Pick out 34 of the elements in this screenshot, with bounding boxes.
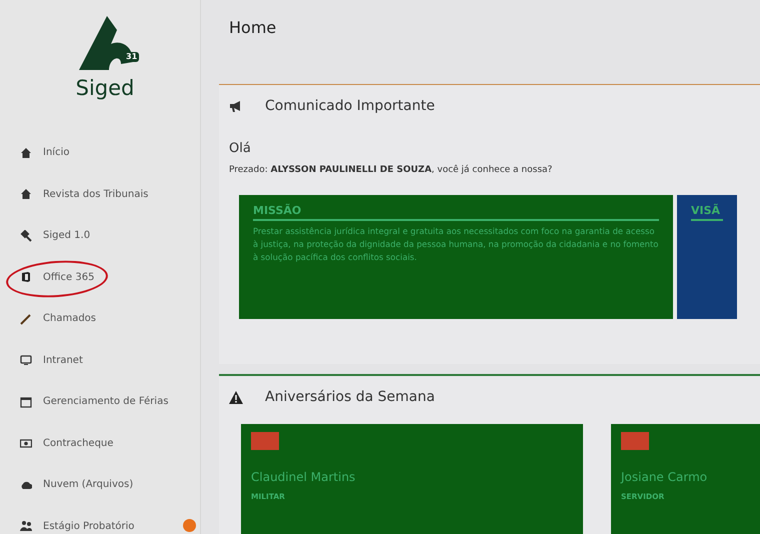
gavel-icon — [20, 230, 32, 242]
megaphone-icon — [229, 100, 243, 112]
tag-icon — [621, 432, 649, 450]
warning-icon — [229, 390, 243, 404]
card-text: Prestar assistência jurídica integral e gratuita aos necessitados com foco na garantia de acesso à justiça, na proteção da dignidade da pessoa humana, na promoção da cidadania e no fomento à solução pacífica dos conflitos sociais. — [253, 225, 659, 264]
menu-item[interactable]: Início — [0, 132, 200, 174]
greeting: Olá — [229, 141, 252, 156]
card-title: MISSÃO — [253, 204, 659, 222]
menu-item[interactable]: Nuvem (Arquivos) — [0, 464, 200, 506]
person-name: Claudinel Martins — [251, 470, 356, 484]
message-text: Prezado: ALYSSON PAULINELLI DE SOUZA, você já conhece a nossa? — [229, 165, 554, 176]
menu-item[interactable]: Estágio Probatório — [0, 506, 200, 534]
menu-item[interactable]: Chamados — [0, 298, 200, 340]
menu-item[interactable]: Intranet — [0, 340, 200, 381]
person-name: Josiane Carmo — [621, 470, 708, 484]
users-icon — [20, 520, 32, 532]
panel-title: Aniversários da Semana — [265, 389, 435, 405]
logo-text: Siged — [76, 76, 134, 100]
menu-item[interactable]: Office 365 — [0, 256, 200, 298]
office-icon — [20, 271, 32, 284]
menu-item[interactable]: Revista dos Tribunais — [0, 174, 200, 215]
panel-title: Comunicado Importante — [265, 98, 435, 114]
money-icon — [20, 437, 32, 450]
logo-number: 31 — [124, 52, 140, 62]
home-icon — [20, 188, 32, 200]
calendar-icon — [20, 396, 32, 408]
monitor-icon — [20, 354, 32, 366]
card-title: VISÃ — [691, 204, 723, 222]
page-title: Home — [229, 18, 278, 39]
menu-item[interactable]: Siged 1.0 — [0, 215, 200, 256]
menu-item[interactable]: Gerenciamento de Férias — [0, 381, 200, 422]
menu-item[interactable]: Contracheque — [0, 422, 200, 464]
tag-icon — [251, 432, 279, 450]
home-icon — [20, 146, 32, 159]
